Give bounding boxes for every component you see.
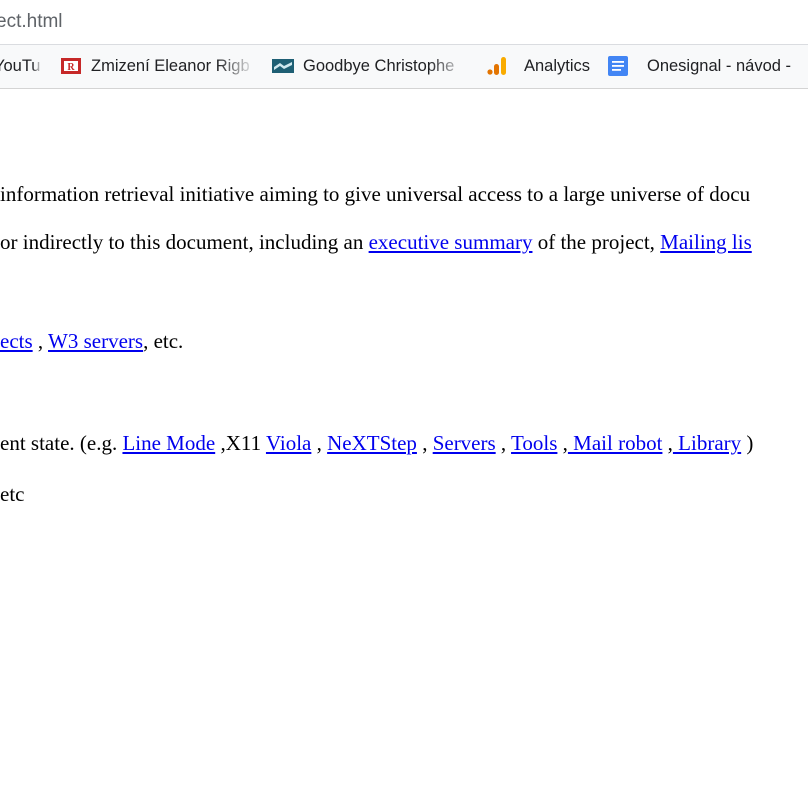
landscape-icon (272, 59, 294, 73)
text-fragment: , etc. (143, 329, 184, 353)
paragraph-line: information retrieval initiative aiming … (0, 182, 751, 206)
url-text[interactable]: ect.html (0, 11, 63, 33)
page-content: information retrieval initiative aiming … (0, 88, 808, 808)
paragraph-line: etc (0, 482, 25, 506)
text-fragment: , (557, 431, 568, 455)
bookmark-zmizeni-eleanor-rigby[interactable]: R Zmizení Eleanor Rigb (60, 54, 256, 78)
bookmarks-bar: YouTu R Zmizení Eleanor Rigb Goodbye Chr… (0, 45, 808, 89)
bookmark-label: Goodbye Christophe (303, 56, 455, 75)
paragraph-line: or indirectly to this document, includin… (0, 230, 752, 255)
bookmark-youtube[interactable]: YouTu (0, 54, 42, 78)
link-nextstep[interactable]: NeXTStep (327, 431, 417, 455)
text-fragment: , (495, 431, 512, 455)
link-viola[interactable]: Viola (266, 431, 311, 455)
link-w3-servers[interactable]: W3 servers (48, 329, 143, 353)
text-fragment: ) (741, 431, 754, 455)
bookmark-goodbye-christopher[interactable]: Goodbye Christophe (272, 54, 468, 78)
bookmark-label: YouTu (0, 56, 41, 75)
svg-text:R: R (67, 62, 75, 73)
text-fragment: ent state. (e.g. (0, 431, 123, 455)
google-docs-icon (608, 56, 628, 76)
text-fragment: of the project, (532, 230, 661, 254)
analytics-icon (487, 57, 506, 75)
link-executive-summary[interactable]: executive summary (369, 230, 533, 254)
link-mailing-lists[interactable]: Mailing lis (660, 230, 752, 254)
bookmark-onesignal-navod[interactable]: Onesignal - návod - (607, 54, 808, 78)
link-servers[interactable]: Servers (433, 431, 496, 455)
text-fragment: , (311, 431, 328, 455)
bookmark-label: Zmizení Eleanor Rigb (91, 56, 250, 75)
link-library[interactable]: Library (673, 431, 741, 455)
book-icon: R (61, 58, 81, 74)
link-mail-robot[interactable]: Mail robot (568, 431, 662, 455)
text-fragment: , (32, 329, 49, 353)
paragraph-line: ent state. (e.g. Line Mode ,X11 Viola , … (0, 431, 753, 456)
link-line-mode[interactable]: Line Mode (122, 431, 215, 455)
link-tools[interactable]: Tools (511, 431, 557, 455)
paragraph-line: ects , W3 servers, etc. (0, 329, 183, 354)
text-fragment: , (416, 431, 433, 455)
bookmark-analytics[interactable]: Analytics (486, 54, 596, 78)
text-fragment: , (662, 431, 673, 455)
bookmark-label: Onesignal - návod - (647, 56, 791, 75)
link-projects[interactable]: ects (0, 329, 33, 353)
text-fragment: or indirectly to this document, includin… (0, 230, 369, 254)
address-bar[interactable]: ect.html (0, 0, 808, 45)
bookmark-label: Analytics (524, 56, 591, 75)
text-fragment: ,X11 (215, 431, 266, 455)
